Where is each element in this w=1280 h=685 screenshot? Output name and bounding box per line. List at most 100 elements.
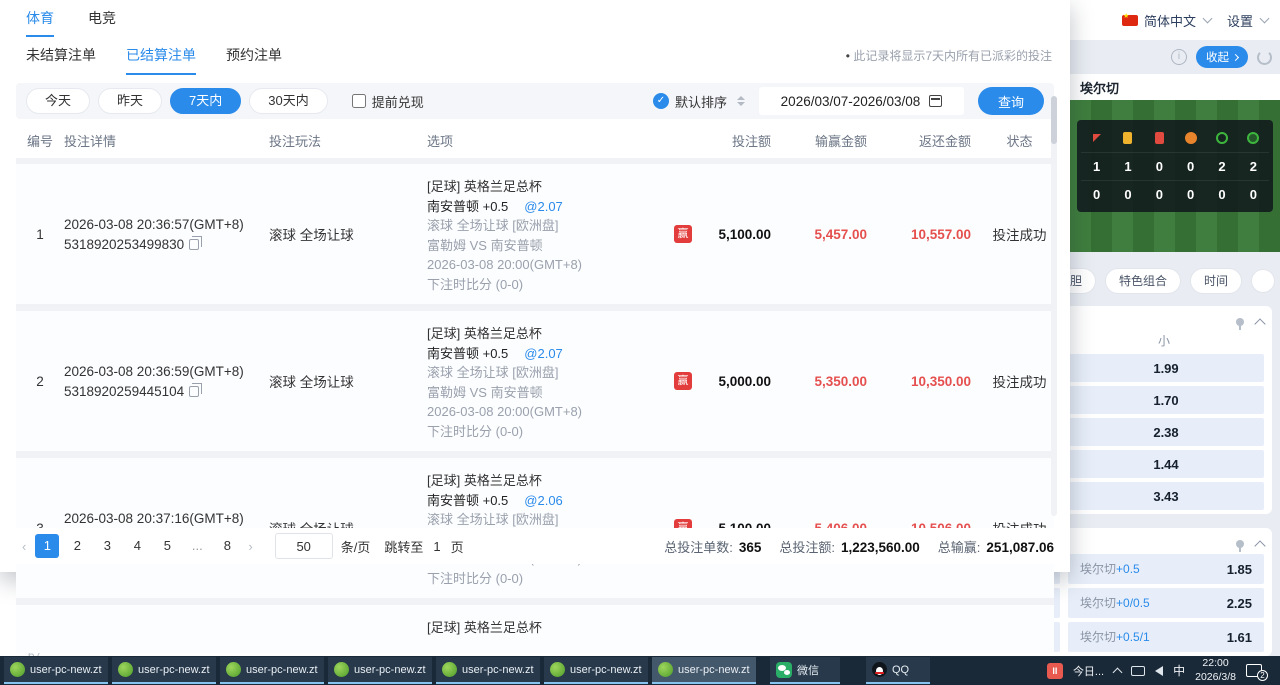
scrollbar-thumb[interactable] [1051,96,1057,144]
page-button[interactable]: 1 [35,534,59,558]
volume-icon[interactable] [1155,666,1163,676]
row-number: 2 [16,311,64,451]
taskbar-clock[interactable]: 22:00 2026/3/8 [1195,657,1236,684]
total-count: 总投注单数:365 [664,537,761,556]
cashout-checkbox[interactable] [352,94,366,108]
odds-cell[interactable]: 埃尔切+0.5/11.61 [1068,622,1264,652]
odds-cell[interactable]: 1.99 [1068,354,1264,382]
modal-scrollbar[interactable] [1051,96,1057,516]
tab-sports[interactable]: 体育 [26,8,54,37]
odds-cell[interactable]: 1.70 [1068,386,1264,414]
page-button[interactable]: 4 [125,534,149,558]
page-button[interactable]: 2 [65,534,89,558]
penalty-icon [1185,132,1197,144]
yellow-card-icon [1123,132,1132,144]
copy-icon[interactable] [189,239,199,250]
taskbar-qq-button[interactable]: QQ [866,657,930,684]
chevron-left-icon[interactable]: ‹ [22,539,26,554]
winloss-amount: 5,350.00 [785,311,881,451]
language-flag-icon [1122,15,1138,26]
scoreboard: 110022 000000 [1077,120,1273,212]
network-icon[interactable] [1131,666,1145,676]
tray-app-icon[interactable]: II [1047,663,1063,679]
search-button[interactable]: 查询 [978,87,1044,115]
win-badge: 赢 [674,225,692,243]
bet-time: 2026-03-08 20:36:59(GMT+8) [64,364,269,379]
filter-today[interactable]: 今天 [26,88,90,114]
language-selector[interactable]: 简体中文 [1144,11,1196,30]
taskbar-window-button[interactable]: user-pc-new.ztcz... [4,657,108,684]
win-badge: 赢 [674,372,692,390]
calendar-icon [929,95,942,107]
check-circle-icon: ✓ [653,93,669,109]
total-stake: 总投注额:1,223,560.00 [779,537,919,556]
bet-id: 5318920253499830 [64,237,269,252]
taskbar-window-button[interactable]: user-pc-new.ztcz... [112,657,216,684]
chevron-right-icon[interactable]: › [248,539,252,554]
chevron-up-icon[interactable] [1254,540,1265,551]
browser-app-icon [334,662,349,677]
tab-more[interactable] [1251,269,1275,293]
page-button[interactable]: 8 [215,534,239,558]
total-winloss: 总输赢:251,087.06 [938,537,1054,556]
odds-cell[interactable]: 3.43 [1068,482,1264,510]
info-icon[interactable]: i [1171,49,1187,65]
browser-app-icon [118,662,133,677]
bet-details: 2026-03-08 20:36:59(GMT+8) 5318920259445… [64,311,269,451]
notification-icon[interactable]: 2 [1246,664,1262,677]
bet-time: 2026-03-08 20:37:16(GMT+8) [64,511,269,526]
cashout-filter[interactable]: 提前兑现 [352,92,424,111]
history-notice: 此记录将显示7天内所有已派彩的投注 [846,47,1052,64]
taskbar: user-pc-new.ztcz... user-pc-new.ztcz... … [0,656,1280,685]
taskbar-wechat-button[interactable]: 微信 [770,657,840,684]
filter-7days[interactable]: 7天内 [170,88,241,114]
filter-yesterday[interactable]: 昨天 [98,88,162,114]
page-size-input[interactable] [275,533,333,559]
taskbar-window-button-active[interactable]: user-pc-new.ztcz... [652,657,756,684]
sidebar-topbar: 简体中文 设置 [1070,0,1280,40]
tab-esports[interactable]: 电竞 [88,8,116,37]
page-button[interactable]: 3 [95,534,119,558]
jump-label: 跳转至 [384,537,423,556]
chevron-down-icon [1203,14,1213,24]
jump-page-value[interactable]: 1 [433,539,440,554]
winloss-amount: 5,457.00 [785,164,881,304]
odds-cell[interactable]: 2.38 [1068,418,1264,446]
ime-indicator[interactable]: 中 [1173,662,1185,679]
pin-icon[interactable] [1236,540,1244,548]
tray-app-label[interactable]: 今日... [1073,663,1104,679]
odds-cell[interactable]: 埃尔切+0.51.85 [1068,554,1264,584]
refresh-icon[interactable] [1257,50,1272,65]
substitution-icon [1247,132,1259,144]
tab-unsettled[interactable]: 未结算注单 [26,45,96,75]
per-page-label: 条/页 [341,537,371,556]
taskbar-window-button[interactable]: user-pc-new.ztcz... [544,657,648,684]
system-tray: II 今日... 中 22:00 2026/3/8 2 [1047,657,1280,684]
copy-icon[interactable] [189,386,199,397]
chevron-down-icon [1260,14,1270,24]
sort-select[interactable]: ✓ 默认排序 [653,92,745,111]
stake-amount: 5,000.00 [699,311,785,451]
settings-menu[interactable]: 设置 [1227,11,1253,30]
odds-cell[interactable]: 1.44 [1068,450,1264,478]
bet-table: 编号 投注详情 投注玩法 选项 投注额 输赢金额 返还金额 状态 1 2026-… [16,121,1054,653]
tray-chevron-up-icon[interactable] [1113,667,1123,677]
table-row-partial: [足球] 英格兰足总杯 [16,605,1054,653]
tab-special-combo[interactable]: 特色组合 [1105,268,1181,294]
bet-history-modal: 体育 电竞 未结算注单 已结算注单 预约注单 此记录将显示7天内所有已派彩的投注… [0,0,1070,572]
page-button[interactable]: 5 [155,534,179,558]
pin-icon[interactable] [1236,318,1244,326]
odds-cell[interactable]: 埃尔切+0/0.52.25 [1068,588,1264,618]
filter-30days[interactable]: 30天内 [249,88,327,114]
date-range-input[interactable]: 2026/03/07-2026/03/08 [759,87,964,115]
taskbar-window-button[interactable]: user-pc-new.ztcz... [436,657,540,684]
taskbar-window-button[interactable]: user-pc-new.ztcz... [220,657,324,684]
collapse-button[interactable]: 收起 [1196,46,1248,68]
match-title: 埃尔切 [1070,74,1280,100]
tab-reserved[interactable]: 预约注单 [226,45,282,75]
tab-time[interactable]: 时间 [1190,268,1242,294]
taskbar-window-button[interactable]: user-pc-new.ztcz... [328,657,432,684]
chevron-up-icon[interactable] [1254,318,1265,329]
summary: 总投注单数:365 总投注额:1,223,560.00 总输赢:251,087.… [664,537,1054,556]
tab-settled[interactable]: 已结算注单 [126,45,196,75]
